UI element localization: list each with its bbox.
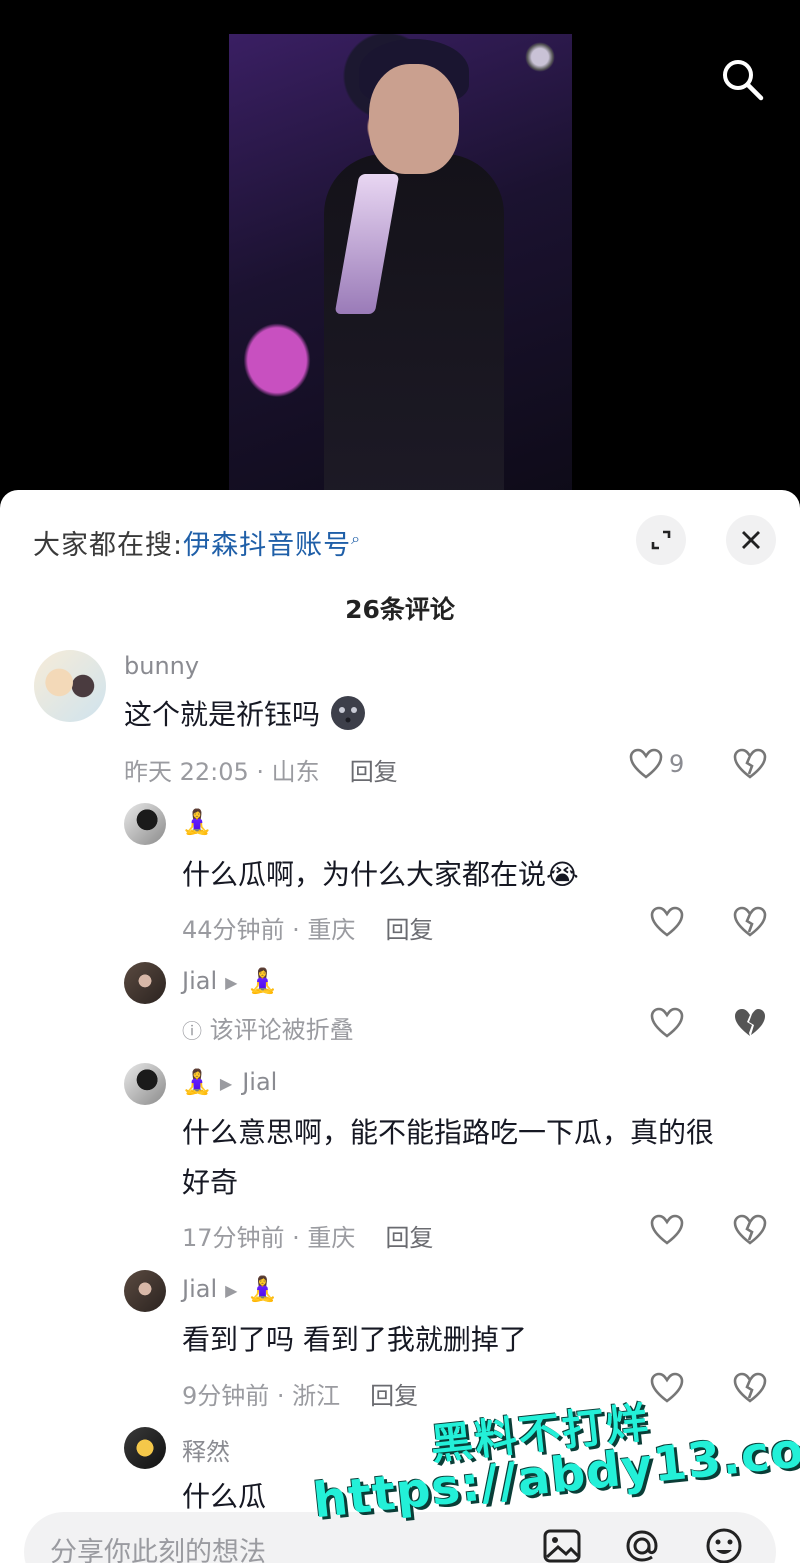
broken-heart-icon[interactable] [733, 748, 767, 780]
hot-search-prefix: 大家都在搜: [33, 530, 184, 561]
comment-count-title: 26条评论 [345, 595, 455, 624]
reply-text: 什么瓜啊，为什么大家都在说😭 [182, 858, 579, 891]
reply-username[interactable]: 释然 [182, 1432, 230, 1467]
mention-icon[interactable] [622, 1526, 662, 1563]
reply-meta: 9分钟前 · 浙江 回复 [182, 1376, 418, 1411]
comment-sheet: 大家都在搜:伊森抖音账号⌕ 26条评论 bunny 这个就是祈钰吗 昨天 22:… [0, 490, 800, 1563]
heart-icon[interactable] [650, 1007, 684, 1039]
comment-input-placeholder[interactable]: 分享你此刻的想法 [50, 1530, 266, 1563]
avatar[interactable] [124, 803, 166, 845]
reply-text-line: 什么意思啊，能不能指路吃一下瓜，真的很 [182, 1116, 715, 1149]
expand-icon [651, 530, 671, 550]
image-icon[interactable] [542, 1526, 582, 1563]
reply-text: 什么意思啊，能不能指路吃一下瓜，真的很 好奇 [182, 1108, 772, 1208]
reply-arrow-icon: ▶ [225, 1280, 238, 1300]
info-icon: ⓘ [182, 1019, 202, 1043]
avatar[interactable] [124, 1427, 166, 1469]
performer-head [369, 64, 459, 174]
avatar[interactable] [124, 1270, 166, 1312]
comment-meta: 昨天 22:05 · 山东 回复 [124, 752, 398, 787]
hot-search-term[interactable]: 伊森抖音账号 [183, 530, 351, 561]
reply-username[interactable]: Jial [182, 967, 217, 995]
stage-light [525, 42, 555, 72]
like-button[interactable]: 9 [629, 748, 684, 780]
heart-icon[interactable] [650, 1214, 684, 1246]
broken-heart-icon[interactable] [733, 1214, 767, 1246]
reply-arrow-icon: ▶ [225, 972, 238, 992]
reply-to-username[interactable]: Jial [242, 1068, 277, 1096]
reply-time-location: 44分钟前 · 重庆 [182, 916, 356, 944]
reply-username[interactable]: Jial [182, 1275, 217, 1303]
comment-time-location: 昨天 22:05 · 山东 [124, 758, 320, 786]
broken-heart-icon[interactable] [733, 1372, 767, 1404]
reply-username[interactable]: 🧘‍♀️ [182, 1068, 212, 1096]
reply-time-location: 17分钟前 · 重庆 [182, 1224, 356, 1252]
reply-to-username[interactable]: 🧘‍♀️ [247, 967, 277, 995]
reply-button[interactable]: 回复 [370, 1382, 418, 1410]
heart-icon[interactable] [650, 1372, 684, 1404]
like-count: 9 [669, 750, 685, 778]
folded-text: 该评论被折叠 [209, 1016, 354, 1044]
reply-meta: 44分钟前 · 重庆 回复 [182, 910, 433, 945]
reply-arrow-icon: ▶ [219, 1073, 233, 1093]
emoji-icon[interactable] [704, 1526, 744, 1563]
reply-button[interactable]: 回复 [385, 1224, 433, 1252]
reply-button[interactable]: 回复 [350, 758, 398, 786]
dark-face-emoji [330, 696, 365, 730]
search-icon[interactable] [718, 55, 766, 103]
broken-heart-filled-icon[interactable] [733, 1007, 767, 1039]
broken-heart-icon[interactable] [733, 906, 767, 938]
reply-username-row: Jial ▶ 🧘‍♀️ [182, 967, 277, 995]
heart-icon[interactable] [650, 906, 684, 938]
reply-button[interactable]: 回复 [385, 916, 433, 944]
reply-username-row: 🧘‍♀️ ▶ Jial [182, 1068, 277, 1096]
reply-time-location: 9分钟前 · 浙江 [182, 1382, 341, 1410]
comment-text-content: 这个就是祈钰吗 [124, 698, 321, 731]
reply-username-row: Jial ▶ 🧘‍♀️ [182, 1275, 277, 1303]
folded-notice[interactable]: ⓘ 该评论被折叠 [182, 1010, 354, 1045]
reply-meta: 17分钟前 · 重庆 回复 [182, 1218, 433, 1253]
video-player[interactable] [0, 0, 800, 500]
comment-username[interactable]: bunny [124, 652, 199, 680]
expand-button[interactable] [636, 515, 686, 565]
reply-text-line: 好奇 [182, 1166, 239, 1199]
close-icon [742, 531, 760, 549]
hot-search-banner[interactable]: 大家都在搜:伊森抖音账号⌕ [33, 523, 361, 562]
small-search-icon: ⌕ [351, 529, 362, 548]
reply-username[interactable]: 🧘‍♀️ [182, 808, 212, 836]
avatar[interactable] [124, 962, 166, 1004]
close-button[interactable] [726, 515, 776, 565]
reply-to-username[interactable]: 🧘‍♀️ [247, 1275, 277, 1303]
avatar[interactable] [124, 1063, 166, 1105]
avatar[interactable] [34, 650, 106, 722]
reply-text: 看到了吗 看到了我就删掉了 [182, 1323, 527, 1356]
performer-body [324, 154, 504, 500]
comment-text: 这个就是祈钰吗 [124, 690, 367, 740]
heart-icon [629, 748, 663, 779]
video-frame[interactable] [229, 34, 572, 500]
